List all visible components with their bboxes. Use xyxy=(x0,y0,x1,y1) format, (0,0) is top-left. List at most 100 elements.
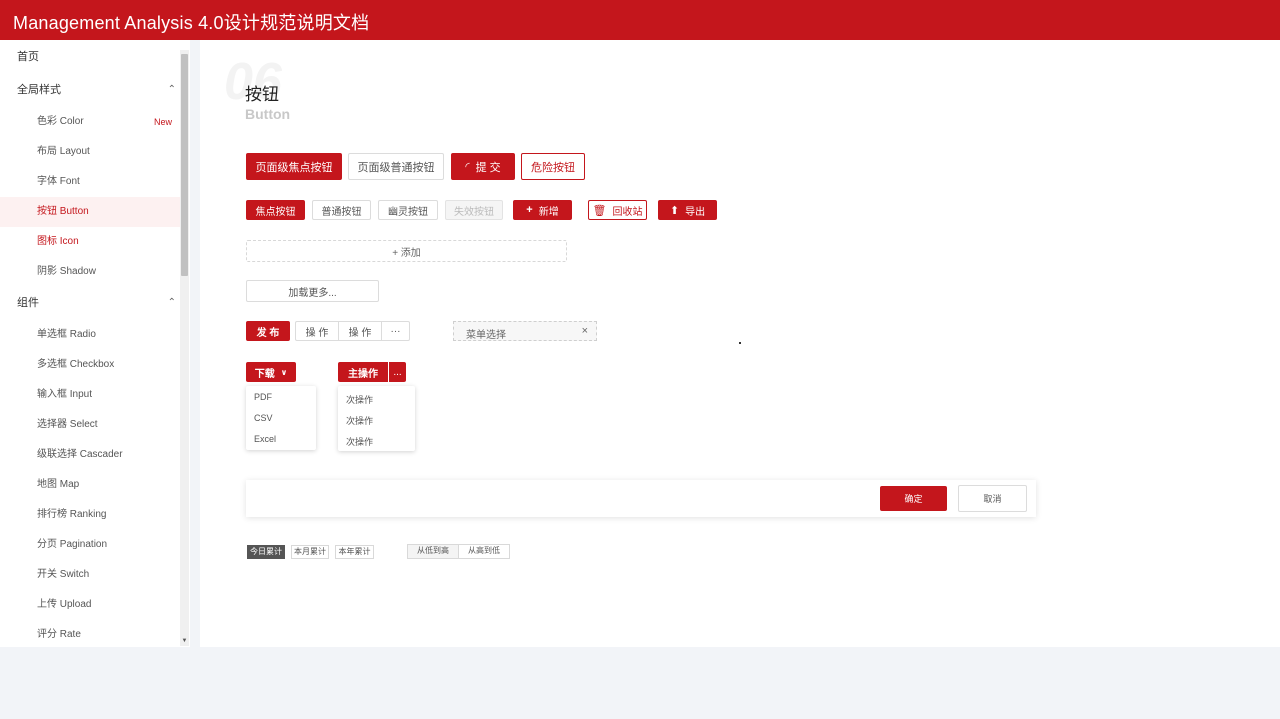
sidebar-item-label: 排行榜 Ranking xyxy=(37,509,107,520)
trash-icon: 🗑 xyxy=(592,204,607,217)
load-more-button[interactable]: 加载更多... xyxy=(246,280,379,302)
sidebar-item-label: 字体 Font xyxy=(37,176,80,187)
sort-low-to-high[interactable]: 从低到高 xyxy=(407,544,459,559)
stray-dot xyxy=(739,342,741,344)
sidebar-group-components[interactable]: 组件 ⌃ xyxy=(0,288,180,318)
add-new-button[interactable]: + 新增 xyxy=(513,200,572,220)
menu-item-csv[interactable]: CSV xyxy=(254,413,273,423)
button-label: 操 作 xyxy=(348,327,372,339)
menu-item-secondary-3[interactable]: 次操作 xyxy=(346,435,373,448)
danger-button[interactable]: 危险按钮 xyxy=(521,153,585,180)
sidebar-item-label: 色彩 Color xyxy=(37,116,84,127)
sidebar-item-label: 图标 Icon xyxy=(37,236,79,247)
more-operations-button[interactable]: ··· xyxy=(381,321,410,341)
page-normal-button[interactable]: 页面级普通按钮 xyxy=(348,153,444,180)
sidebar-item-ranking[interactable]: 排行榜 Ranking xyxy=(0,500,180,530)
sidebar-item-icon[interactable]: 图标 Icon xyxy=(0,227,180,257)
form-action-bar: 确定 取消 xyxy=(246,480,1036,517)
main-operation-button[interactable]: 主操作 xyxy=(338,362,388,382)
sidebar-item-home[interactable]: 首页 xyxy=(0,42,180,72)
normal-button[interactable]: 普通按钮 xyxy=(312,200,371,220)
focus-button[interactable]: 焦点按钮 xyxy=(246,200,305,220)
button-label: 新增 xyxy=(538,206,559,218)
operation-button-1[interactable]: 操 作 xyxy=(295,321,339,341)
sidebar-item-select[interactable]: 选择器 Select xyxy=(0,410,180,440)
chevron-down-icon: ∨ xyxy=(280,367,288,377)
button-label: 发 布 xyxy=(256,327,280,339)
main-operation-more-button[interactable]: ... xyxy=(389,362,406,382)
cancel-button[interactable]: 取消 xyxy=(958,485,1027,512)
confirm-button[interactable]: 确定 xyxy=(880,486,947,511)
sidebar-item-map[interactable]: 地图 Map xyxy=(0,470,180,500)
operation-button-2[interactable]: 操 作 xyxy=(338,321,382,341)
publish-button[interactable]: 发 布 xyxy=(246,321,290,341)
sidebar-item-label: 上传 Upload xyxy=(37,599,92,610)
page-bottom-background xyxy=(0,647,1280,719)
button-label: 确定 xyxy=(904,494,923,504)
sidebar-item-label: 单选框 Radio xyxy=(37,329,96,340)
sidebar-item-upload[interactable]: 上传 Upload xyxy=(0,590,180,620)
sidebar-item-label: 输入框 Input xyxy=(37,389,93,400)
button-label: 危险按钮 xyxy=(531,161,575,174)
sidebar-item-label: 选择器 Select xyxy=(37,419,98,430)
button-label: 加载更多... xyxy=(288,287,337,299)
sidebar-item-layout[interactable]: 布局 Layout xyxy=(0,137,180,167)
main-content: 06 按钮 Button 页面级焦点按钮 页面级普通按钮 ◜ 提 交 危险按钮 焦… xyxy=(200,40,1280,647)
submit-loading-button[interactable]: ◜ 提 交 xyxy=(451,153,515,180)
sidebar-item-label: 按钮 Button xyxy=(37,206,89,217)
sort-high-to-low[interactable]: 从高到低 xyxy=(458,544,510,559)
sidebar-item-color[interactable]: 色彩 Color New xyxy=(0,107,180,137)
button-label: 提 交 xyxy=(475,161,501,174)
menu-item-excel[interactable]: Excel xyxy=(254,434,276,444)
top-header-bar: Management Analysis 4.0设计规范说明文档 xyxy=(0,0,1280,40)
sidebar-item-checkbox[interactable]: 多选框 Checkbox xyxy=(0,350,180,380)
sidebar-item-label: 全局样式 xyxy=(17,84,61,96)
button-label: ··· xyxy=(390,325,401,337)
export-button[interactable]: ⬆ 导出 xyxy=(658,200,717,220)
sidebar-item-radio[interactable]: 单选框 Radio xyxy=(0,320,180,350)
sidebar-item-font[interactable]: 字体 Font xyxy=(0,167,180,197)
sidebar-item-pagination[interactable]: 分页 Pagination xyxy=(0,530,180,560)
button-label: ... xyxy=(393,366,402,378)
chevron-up-icon: ⌃ xyxy=(167,297,176,308)
segment-today[interactable]: 今日累计 xyxy=(247,545,285,559)
segment-this-year[interactable]: 本年累计 xyxy=(335,545,374,559)
close-icon[interactable]: × xyxy=(582,325,588,337)
sidebar-item-label: 布局 Layout xyxy=(37,146,90,157)
sidebar-item-button[interactable]: 按钮 Button xyxy=(0,197,180,227)
menu-select-tag[interactable]: 菜单选择 × xyxy=(453,321,597,341)
download-dropdown-button[interactable]: 下载 ∨ xyxy=(246,362,296,382)
sidebar-item-cascader[interactable]: 级联选择 Cascader xyxy=(0,440,180,470)
chevron-up-icon: ⌃ xyxy=(167,84,176,95)
scrollbar-thumb[interactable] xyxy=(181,54,188,276)
sidebar-item-rate[interactable]: 评分 Rate xyxy=(0,620,180,647)
menu-item-secondary-1[interactable]: 次操作 xyxy=(346,393,373,406)
sidebar-item-shadow[interactable]: 阴影 Shadow xyxy=(0,257,180,287)
page-focus-button[interactable]: 页面级焦点按钮 xyxy=(246,153,342,180)
button-label: 主操作 xyxy=(348,368,378,380)
ghost-button[interactable]: 幽灵按钮 xyxy=(378,200,438,220)
recycle-bin-button[interactable]: 🗑 回收站 xyxy=(588,200,647,220)
add-dashed-button[interactable]: + 添加 xyxy=(246,240,567,262)
menu-item-secondary-2[interactable]: 次操作 xyxy=(346,414,373,427)
sidebar-item-label: 评分 Rate xyxy=(37,629,81,640)
segment-this-month[interactable]: 本月累计 xyxy=(291,545,329,559)
section-subtitle: Button xyxy=(245,106,291,122)
sidebar-item-input[interactable]: 输入框 Input xyxy=(0,380,180,410)
sidebar-item-switch[interactable]: 开关 Switch xyxy=(0,560,180,590)
section-title: 按钮 xyxy=(245,85,279,104)
sidebar-scrollbar[interactable]: ▼ xyxy=(180,50,189,646)
tag-label: 菜单选择 xyxy=(466,330,506,341)
sidebar-item-label: 多选框 Checkbox xyxy=(37,359,115,370)
sidebar-group-global-style[interactable]: 全局样式 ⌃ xyxy=(0,75,180,105)
button-label: 焦点按钮 xyxy=(255,206,296,218)
button-label: 失效按钮 xyxy=(454,206,494,218)
sidebar-item-label: 级联选择 Cascader xyxy=(37,449,123,460)
button-label: 操 作 xyxy=(305,327,329,339)
sidebar-item-label: 阴影 Shadow xyxy=(37,266,96,277)
button-label: 幽灵按钮 xyxy=(388,206,428,218)
sidebar-item-label: 开关 Switch xyxy=(37,569,90,580)
menu-item-pdf[interactable]: PDF xyxy=(254,392,272,402)
loading-spinner-icon: ◜ xyxy=(465,161,470,173)
scroll-down-arrow-icon[interactable]: ▼ xyxy=(181,638,188,644)
